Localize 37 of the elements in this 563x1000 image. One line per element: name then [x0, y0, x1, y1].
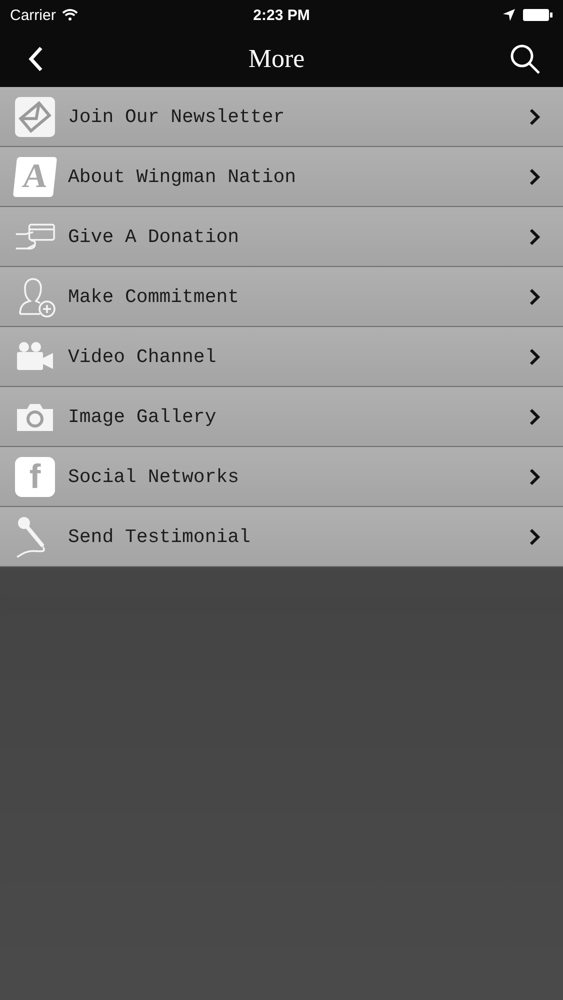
- location-arrow-icon: [503, 9, 515, 21]
- menu-item[interactable]: A About Wingman Nation: [0, 147, 563, 207]
- chevron-icon: [529, 528, 541, 546]
- menu-item-label: Video Channel: [68, 346, 218, 368]
- facebook-icon: f: [15, 456, 55, 496]
- menu-item-label: Image Gallery: [68, 406, 218, 428]
- chevron-icon: [529, 108, 541, 126]
- menu-item-label: Join Our Newsletter: [68, 106, 286, 128]
- menu-item[interactable]: Join Our Newsletter: [0, 87, 563, 147]
- menu-item-label: Social Networks: [68, 466, 240, 488]
- carrier-label: Carrier: [10, 6, 56, 24]
- menu-item-label: About Wingman Nation: [68, 166, 298, 188]
- menu-item[interactable]: Make Commitment: [0, 267, 563, 327]
- card-hand-icon: [14, 222, 56, 252]
- back-button[interactable]: [28, 46, 44, 72]
- chevron-icon: [529, 228, 541, 246]
- chevron-icon: [529, 408, 541, 426]
- menu-item-label: Send Testimonial: [68, 526, 252, 548]
- battery-icon: [523, 8, 553, 22]
- nav-title: More: [248, 44, 305, 74]
- wifi-icon: [62, 9, 78, 21]
- chevron-icon: [529, 348, 541, 366]
- menu-item-label: Make Commitment: [68, 286, 240, 308]
- menu-item[interactable]: Send Testimonial: [0, 507, 563, 567]
- menu-item[interactable]: Image Gallery: [0, 387, 563, 447]
- chevron-icon: [529, 168, 541, 186]
- video-camera-icon: [15, 340, 55, 372]
- menu-item[interactable]: Give A Donation: [0, 207, 563, 267]
- status-time: 2:23 PM: [253, 6, 310, 24]
- envelope-icon: [14, 96, 56, 138]
- letter-icon: A: [12, 156, 58, 196]
- menu-item[interactable]: Video Channel: [0, 327, 563, 387]
- chevron-icon: [529, 468, 541, 486]
- menu-item[interactable]: f Social Networks: [0, 447, 563, 507]
- search-button[interactable]: [508, 42, 541, 74]
- chevron-icon: [529, 288, 541, 306]
- menu-item-label: Give A Donation: [68, 226, 240, 248]
